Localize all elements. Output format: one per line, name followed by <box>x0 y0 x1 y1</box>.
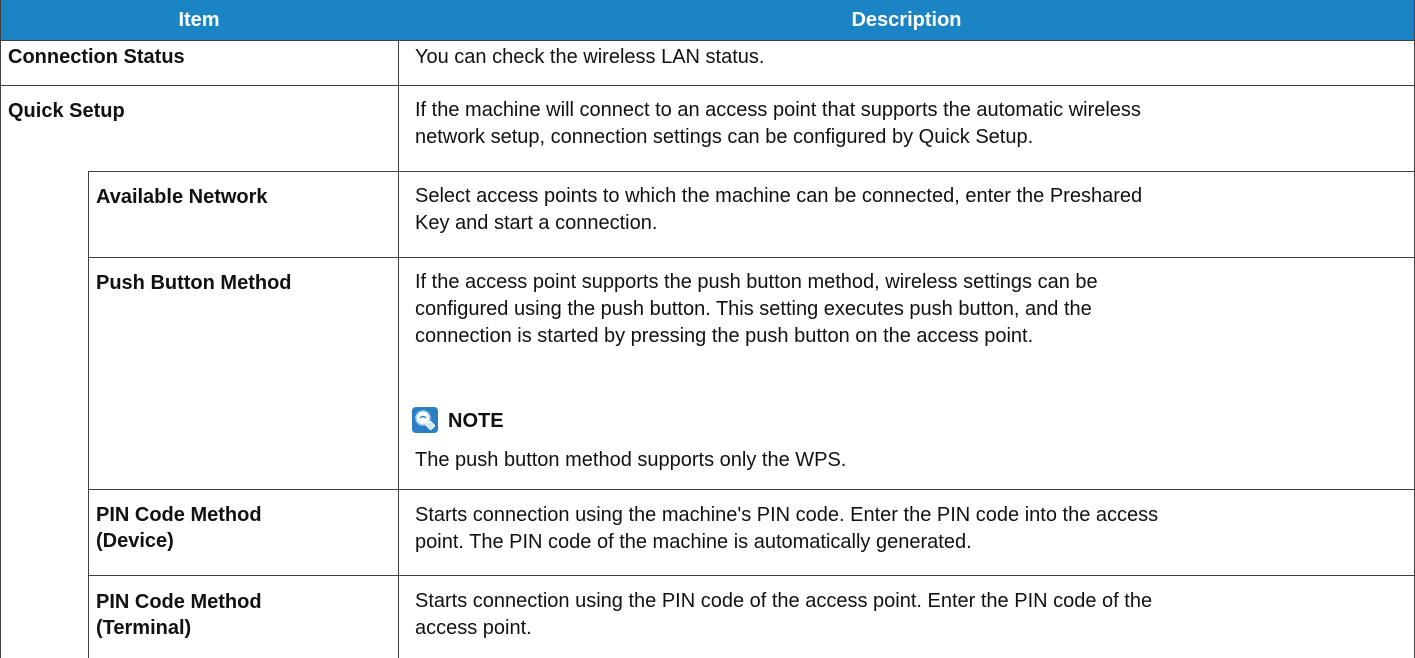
rule-row3-bottom <box>88 257 1415 258</box>
row-item-quick-setup: Quick Setup <box>8 100 125 122</box>
row-desc-pin-device: Starts connection using the machine's PI… <box>415 504 1159 553</box>
rule-row2-bottom <box>88 171 1415 172</box>
rule-row4-bottom <box>88 489 1415 490</box>
note-text: The push button method supports only the… <box>415 449 847 471</box>
rule-sub-indent <box>88 171 89 658</box>
header-item-label: Item <box>178 8 220 31</box>
settings-table: Item Description Connection Status You c… <box>0 0 1415 658</box>
row-desc-available-network: Select access points to which the machin… <box>415 185 1143 234</box>
row-item-available-network: Available Network <box>96 186 268 208</box>
header-description: Description <box>398 0 1415 40</box>
row-desc-connection-status: You can check the wireless LAN status. <box>415 46 765 68</box>
rule-header-bottom <box>0 40 1415 41</box>
header-description-label: Description <box>851 8 962 31</box>
note-lightbulb-icon <box>412 407 438 433</box>
rule-row5-bottom <box>88 575 1415 576</box>
row-desc-push-button-method: If the access point supports the push bu… <box>415 271 1098 347</box>
row-item-pin-terminal: PIN Code Method (Terminal) <box>96 591 262 639</box>
rule-column-divider <box>398 40 399 658</box>
header-item: Item <box>0 0 398 40</box>
rule-row1-bottom <box>0 85 1415 86</box>
row-desc-pin-terminal: Starts connection using the PIN code of … <box>415 590 1153 639</box>
note-label: NOTE <box>448 410 504 432</box>
row-item-pin-device: PIN Code Method (Device) <box>96 504 262 552</box>
row-item-connection-status: Connection Status <box>8 46 185 68</box>
row-item-push-button-method: Push Button Method <box>96 272 292 294</box>
rule-left-edge <box>0 0 1 658</box>
row-desc-quick-setup: If the machine will connect to an access… <box>415 99 1141 148</box>
